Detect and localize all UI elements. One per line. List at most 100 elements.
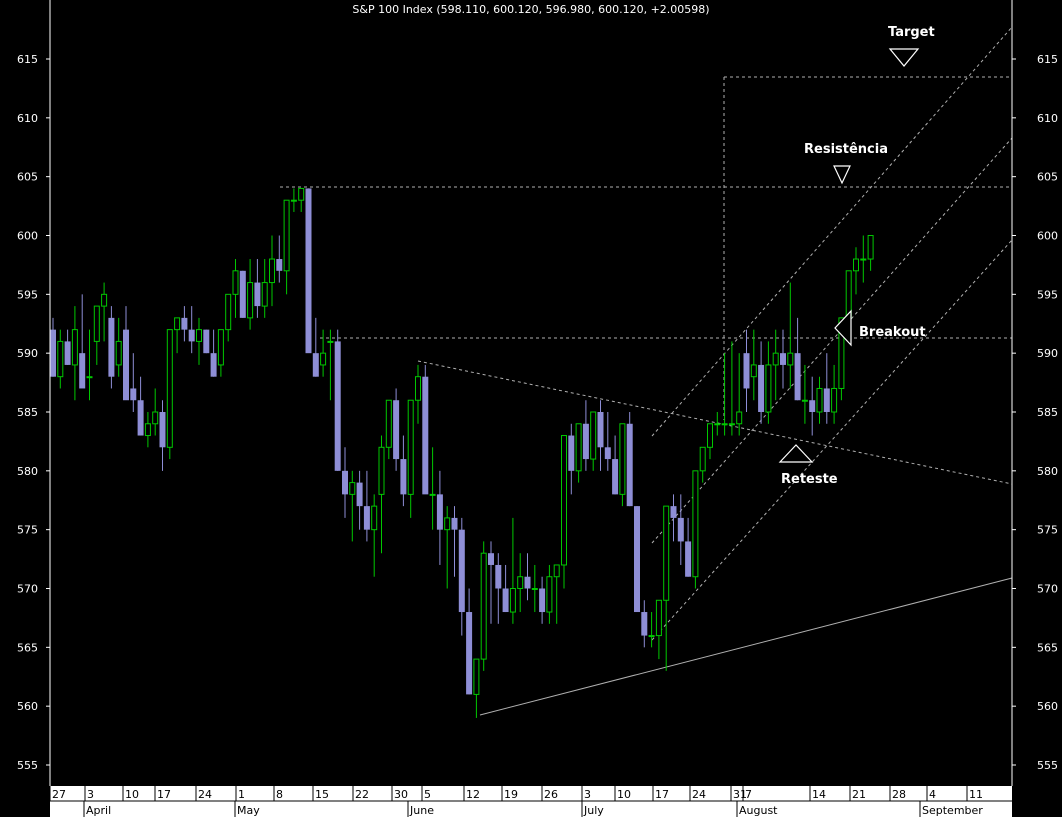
x-date-label: 3 (87, 788, 94, 801)
x-date-label: 19 (504, 788, 518, 801)
y-tick-label-right: 560 (1037, 700, 1058, 713)
candle-body-down (809, 400, 816, 412)
candle-body-up (283, 199, 290, 272)
candle-body-up (444, 517, 451, 531)
candle-body-down (626, 423, 633, 507)
candle-body-down (823, 388, 830, 412)
candle-body-down (582, 423, 589, 460)
candle-body-up (115, 340, 122, 366)
candle-body-up (225, 293, 232, 331)
candle-body-down (466, 612, 473, 695)
candle-body-down (677, 517, 684, 542)
candle-body-down (641, 612, 648, 636)
candle-body-up (721, 423, 728, 426)
candle-body-down (342, 470, 348, 495)
candle-body-down (50, 329, 56, 377)
x-date-label: 28 (892, 788, 906, 801)
y-tick-label-left: 565 (17, 641, 38, 654)
candle-body-up (371, 505, 378, 531)
x-date-label: 12 (466, 788, 480, 801)
y-tick-label-right: 565 (1037, 641, 1058, 654)
y-tick-label-left: 580 (17, 465, 38, 478)
candle-body-up (546, 576, 553, 613)
candle-body-down (312, 353, 319, 377)
candle-body-down (422, 376, 429, 495)
y-tick-label-right: 580 (1037, 465, 1058, 478)
candle-body-down (604, 447, 611, 460)
candle-body-up (553, 564, 560, 578)
candle-body-up (429, 493, 436, 496)
x-date-label: 7 (745, 788, 752, 801)
candle-body-down (612, 459, 619, 495)
y-tick-label-right: 590 (1037, 347, 1058, 360)
candle-body-down (203, 329, 210, 354)
candle-body-up (619, 423, 626, 495)
x-month-label: July (583, 804, 604, 817)
y-tick-label-left: 600 (17, 230, 38, 243)
resistance-label: Resistência (804, 142, 888, 157)
candle-body-up (217, 329, 224, 366)
candle-body-up (269, 258, 275, 284)
plot-background (0, 0, 1062, 817)
y-tick-label-left: 605 (17, 171, 38, 184)
y-tick-label-right: 570 (1037, 583, 1058, 596)
x-date-label: 1 (238, 788, 245, 801)
candle-body-up (86, 376, 93, 379)
candle-body-up (174, 317, 181, 331)
x-date-label: 26 (544, 788, 558, 801)
candle-body-up (860, 258, 867, 261)
candle-body-down (79, 353, 86, 389)
candle-body-down (159, 412, 166, 448)
candle-body-up (247, 282, 254, 319)
y-tick-label-left: 585 (17, 406, 38, 419)
candle-body-up (692, 470, 699, 578)
x-date-label: 17 (157, 788, 171, 801)
y-tick-label-left: 575 (17, 524, 38, 537)
y-tick-label-left: 555 (17, 759, 38, 772)
candlestick-chart: S&P 100 Index (598.110, 600.120, 596.980… (0, 0, 1062, 817)
candle-body-up (575, 423, 582, 472)
x-date-label: 10 (617, 788, 631, 801)
candle-body-up (509, 588, 516, 613)
x-date-label: 4 (929, 788, 936, 801)
candle-body-down (436, 494, 443, 530)
candle-body-down (363, 506, 370, 530)
candle-body-up (663, 505, 670, 601)
candle-body-down (210, 353, 217, 377)
y-tick-label-right: 585 (1037, 406, 1058, 419)
candle-body-down (181, 317, 188, 330)
candle-body-down (794, 353, 801, 401)
candle-body-up (144, 423, 151, 437)
candle-body-down (458, 529, 465, 613)
x-date-label: 24 (692, 788, 706, 801)
candle-body-up (71, 329, 78, 366)
x-date-label: 22 (355, 788, 369, 801)
candle-body-down (568, 435, 575, 471)
y-tick-label-right: 600 (1037, 230, 1058, 243)
candle-body-up (385, 399, 392, 448)
candle-body-up (561, 435, 567, 566)
candle-body-up (707, 423, 713, 448)
x-month-label: September (922, 804, 983, 817)
candle-body-down (239, 270, 246, 318)
candle-body-up (415, 376, 421, 401)
x-date-label: 10 (125, 788, 139, 801)
candle-body-down (64, 341, 71, 365)
x-date-label: 11 (969, 788, 983, 801)
breakout-label: Breakout (859, 325, 926, 340)
candle-body-up (736, 411, 743, 425)
chart-title: S&P 100 Index (598.110, 600.120, 596.980… (352, 3, 709, 16)
candle-body-up (750, 364, 757, 378)
x-date-label: 3 (584, 788, 591, 801)
x-date-label: 30 (394, 788, 408, 801)
candle-body-down (305, 188, 312, 354)
candle-body-down (393, 400, 400, 460)
candle-body-down (451, 517, 458, 530)
y-tick-label-right: 610 (1037, 112, 1058, 125)
x-date-label: 17 (655, 788, 669, 801)
candle-body-down (254, 282, 261, 307)
candle-body-down (495, 564, 502, 589)
candle-body-down (597, 412, 604, 448)
x-date-label: 21 (852, 788, 866, 801)
candle-body-up (196, 329, 202, 342)
